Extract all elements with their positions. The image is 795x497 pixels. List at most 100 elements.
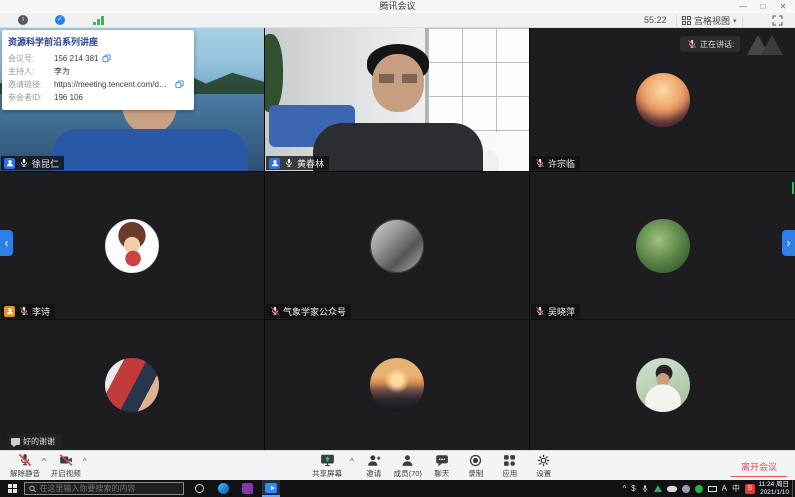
chevron-left-icon: ‹ <box>5 236 9 250</box>
chat-message-preview[interactable]: 好的谢谢 <box>7 434 61 449</box>
mic-muted-icon <box>534 158 545 169</box>
minimize-icon[interactable]: — <box>733 0 753 13</box>
share-screen-label: 共享屏幕 <box>312 468 342 479</box>
video-tile[interactable]: 李诗 <box>0 172 264 319</box>
chat-button[interactable]: 聊天 <box>425 451 459 481</box>
share-screen-button[interactable]: 共享屏幕 <box>304 451 350 481</box>
mic-options-chevron[interactable]: ^ <box>42 457 46 466</box>
invite-label: 邀请 <box>366 468 381 479</box>
invite-button[interactable]: 邀请 <box>357 451 391 481</box>
attendee-id-row: 参会者ID: 196 106 <box>8 91 188 104</box>
meeting-id-label: 会议号: <box>8 53 54 64</box>
members-icon <box>401 453 414 467</box>
member-badge-icon <box>4 158 15 169</box>
video-tile[interactable] <box>265 320 529 450</box>
participant-nametag: 黄春林 <box>266 156 329 170</box>
meeting-info-icon[interactable]: i <box>18 15 28 25</box>
avatar <box>370 358 424 412</box>
cortana-icon <box>195 484 204 493</box>
settings-button[interactable]: 设置 <box>527 451 561 481</box>
language-tray-icon[interactable]: A <box>722 484 727 493</box>
tencent-meeting-taskbar-button[interactable] <box>262 480 280 497</box>
display-tray-icon[interactable] <box>708 486 717 492</box>
meeting-info-card: 资源科学前沿系列讲座 会议号: 156 214 381 主持人: 李为 邀请链接… <box>2 30 194 110</box>
record-button[interactable]: 录制 <box>459 451 493 481</box>
security-icon[interactable]: ✓ <box>55 15 65 25</box>
mic-muted-icon <box>18 453 32 467</box>
person-shirt <box>52 129 248 171</box>
taskbar-search[interactable] <box>24 482 184 495</box>
video-tile[interactable]: 气象学家公众号 <box>265 172 529 319</box>
video-tile[interactable] <box>530 320 795 450</box>
avatar <box>105 219 159 273</box>
upload-tray-icon[interactable] <box>654 485 662 492</box>
apps-button[interactable]: 应用 <box>493 451 527 481</box>
office-app-button[interactable] <box>238 480 256 497</box>
currency-tray-icon[interactable]: $ <box>631 484 635 493</box>
chat-bubble-icon <box>11 438 20 445</box>
participant-nametag: 许宗临 <box>531 156 580 170</box>
start-button[interactable] <box>0 480 24 497</box>
user-tray-icon[interactable] <box>682 485 690 493</box>
meeting-title[interactable]: 资源科学前沿系列讲座 <box>8 35 188 48</box>
ime-tray-icon[interactable]: 中 <box>732 483 740 494</box>
participant-name: 徐昆仁 <box>32 157 59 170</box>
meeting-timer: 55:22 <box>644 15 667 25</box>
invite-link-row: 邀请链接: https://meeting.tencent.com/dm/tMF… <box>8 78 188 91</box>
start-video-button[interactable]: 开启视频 <box>49 451 83 481</box>
mic-muted-icon <box>18 306 29 317</box>
tray-expand-icon[interactable]: ^ <box>622 484 626 493</box>
copy-icon[interactable] <box>102 54 111 63</box>
cortana-button[interactable] <box>190 480 208 497</box>
taskbar-clock[interactable]: 11:24 周日 2021/1/10 <box>758 481 789 496</box>
participant-name: 吴晓萍 <box>548 305 575 318</box>
invite-link-label: 邀请链接: <box>8 79 54 90</box>
mic-tray-icon[interactable] <box>641 484 649 493</box>
layout-view-label: 宫格视图 <box>694 14 730 27</box>
video-tile[interactable]: 吴晓萍 <box>530 172 795 319</box>
camera-options-chevron[interactable]: ^ <box>83 457 87 466</box>
fullscreen-button[interactable] <box>772 15 783 26</box>
title-bar: 腾讯会议 — □ ✕ <box>0 0 795 13</box>
participant-name: 李诗 <box>32 305 50 318</box>
gear-icon <box>537 453 550 467</box>
share-options-chevron[interactable]: ^ <box>350 457 354 466</box>
members-button[interactable]: 成员(70) <box>391 451 425 481</box>
cloud-tray-icon[interactable] <box>667 486 677 492</box>
chat-label: 聊天 <box>434 468 449 479</box>
record-label: 录制 <box>468 468 483 479</box>
avatar <box>105 358 159 412</box>
edge-button[interactable] <box>214 480 232 497</box>
windows-logo-icon <box>8 484 17 493</box>
video-tile[interactable]: 正在讲话: 许宗临 <box>530 28 795 171</box>
attendee-id-label: 参会者ID: <box>8 92 54 103</box>
video-tile[interactable] <box>0 320 264 450</box>
previous-page-button[interactable]: ‹ <box>0 230 13 256</box>
maximize-icon[interactable]: □ <box>753 0 773 13</box>
participant-nametag: 吴晓萍 <box>531 304 580 318</box>
search-input[interactable] <box>39 484 179 493</box>
participant-nametag: 徐昆仁 <box>1 156 64 170</box>
layout-view-button[interactable]: 宫格视图 ▾ <box>676 14 743 27</box>
search-icon <box>29 485 36 493</box>
next-page-button[interactable]: › <box>782 230 795 256</box>
host-row: 主持人: 李为 <box>8 65 188 78</box>
participant-name: 许宗临 <box>548 157 575 170</box>
camera-off-icon <box>59 453 73 467</box>
leave-meeting-button[interactable]: 离开会议 <box>731 458 787 477</box>
sogou-tray-icon[interactable]: S <box>745 484 755 494</box>
network-signal-icon[interactable] <box>93 16 105 25</box>
unmute-button[interactable]: 解除静音 <box>8 451 42 481</box>
tencent-meeting-window: 腾讯会议 — □ ✕ i ✓ 55:22 宫格视图 ▾ <box>0 0 795 497</box>
copy-icon[interactable] <box>175 80 184 89</box>
mic-muted-icon <box>686 39 697 50</box>
system-tray: ^ $ A 中 S <box>622 480 755 497</box>
grid-view-icon <box>682 16 691 25</box>
network-tray-icon[interactable] <box>695 485 703 493</box>
close-icon[interactable]: ✕ <box>773 0 793 13</box>
participant-nametag: 李诗 <box>1 304 55 318</box>
invite-link-value[interactable]: https://meeting.tencent.com/dm/tMFgKWCBg… <box>54 80 172 89</box>
video-tile[interactable]: 黄春林 <box>265 28 529 171</box>
meeting-id-value: 156 214 381 <box>54 54 99 63</box>
windows-taskbar: ^ $ A 中 S 11:24 周日 2021/1/10 <box>0 480 795 497</box>
